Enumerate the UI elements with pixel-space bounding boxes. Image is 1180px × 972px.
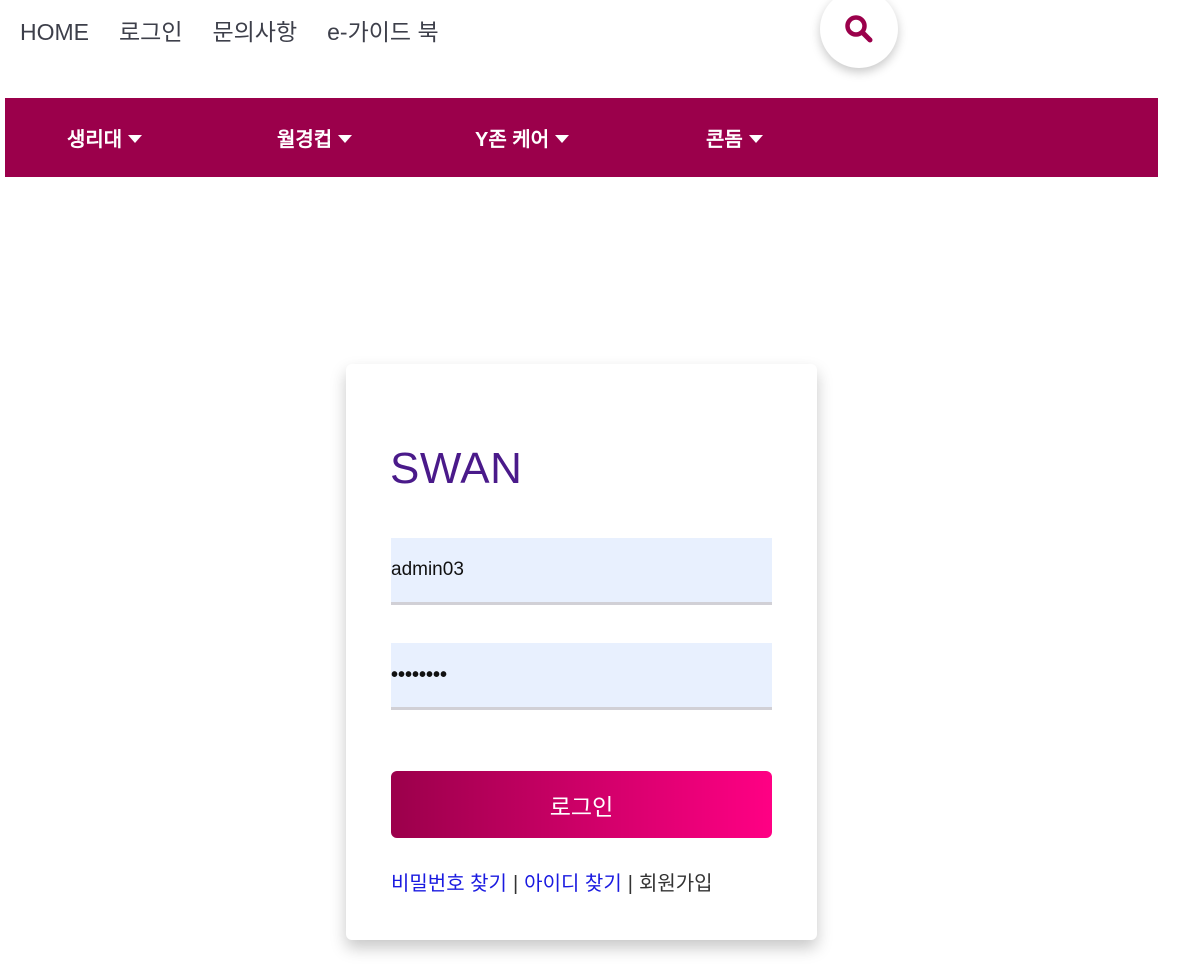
login-submit-button[interactable]: 로그인 <box>391 771 772 838</box>
signup-link[interactable]: 회원가입 <box>639 873 713 895</box>
nav-link-inquiry[interactable]: 문의사항 <box>212 16 297 48</box>
account-links: 비밀번호 찾기 | 아이디 찾기 | 회원가입 <box>391 870 713 898</box>
top-bar: HOME 로그인 문의사항 e-가이드 북 <box>0 0 1180 68</box>
nav-menu-y-zone-care[interactable]: Y존 케어 <box>475 98 570 177</box>
password-input[interactable] <box>391 643 772 710</box>
find-id-link[interactable]: 아이디 찾기 <box>524 873 622 895</box>
nav-link-e-guide-book[interactable]: e-가이드 북 <box>327 16 438 48</box>
top-links: HOME 로그인 문의사항 e-가이드 북 <box>20 16 439 48</box>
search-icon <box>845 15 873 43</box>
main-nav-bar: 생리대 월경컵 Y존 케어 콘돔 <box>5 98 1158 177</box>
brand-title: SWAN <box>390 444 523 493</box>
nav-menu-label: 생리대 <box>67 129 123 151</box>
caret-down-icon <box>338 135 353 143</box>
nav-menu-pads[interactable]: 생리대 <box>67 98 143 177</box>
link-separator: | <box>627 873 633 895</box>
caret-down-icon <box>128 135 143 143</box>
nav-menu-condom[interactable]: 콘돔 <box>706 98 763 177</box>
username-input[interactable] <box>391 538 772 605</box>
nav-link-login[interactable]: 로그인 <box>119 16 182 48</box>
search-button[interactable] <box>820 0 898 68</box>
caret-down-icon <box>748 135 763 143</box>
nav-menu-label: Y존 케어 <box>475 129 550 151</box>
find-password-link[interactable]: 비밀번호 찾기 <box>391 873 507 895</box>
nav-link-home[interactable]: HOME <box>20 16 89 48</box>
nav-menu-label: 월경컵 <box>277 129 333 151</box>
login-card: SWAN •••••••• 로그인 비밀번호 찾기|아이디 찾기|회원가입 <box>346 364 817 940</box>
nav-menu-label: 콘돔 <box>706 129 743 151</box>
link-separator: | <box>512 873 519 895</box>
nav-menu-menstrual-cup[interactable]: 월경컵 <box>277 98 353 177</box>
caret-down-icon <box>555 135 570 143</box>
